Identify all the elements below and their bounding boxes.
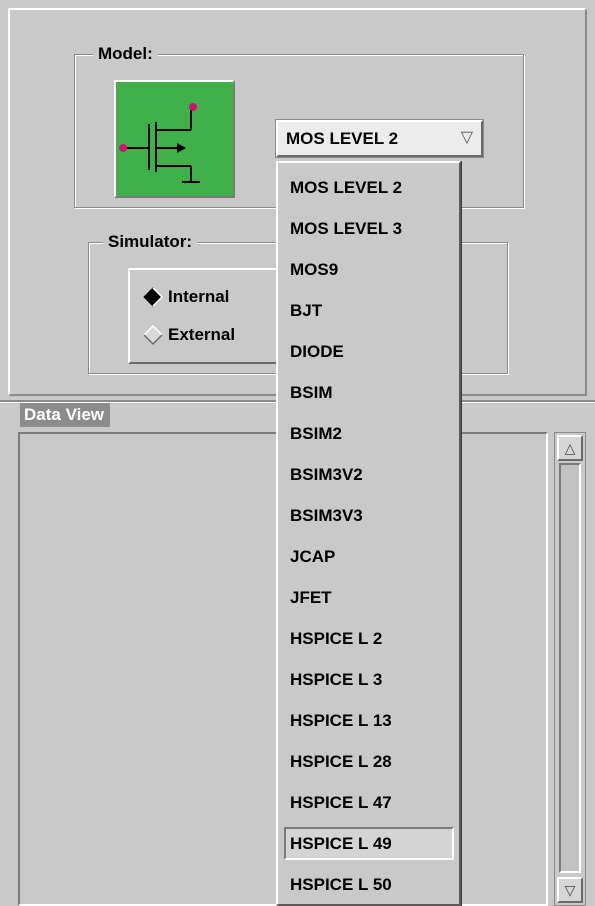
scroll-down-icon[interactable]: ▽: [557, 877, 583, 903]
dropdown-item[interactable]: HSPICE L 49: [284, 827, 454, 860]
radio-external[interactable]: External: [142, 320, 235, 348]
dropdown-item[interactable]: DIODE: [284, 335, 454, 368]
data-view-legend: Data View: [20, 403, 111, 427]
scroll-track[interactable]: [559, 463, 581, 873]
dropdown-item[interactable]: MOS9: [284, 253, 454, 286]
simulator-legend: Simulator:: [103, 232, 198, 252]
model-combo[interactable]: MOS LEVEL 2 ▽: [276, 120, 483, 157]
dropdown-item[interactable]: MOS LEVEL 3: [284, 212, 454, 245]
radio-internal-label: Internal: [168, 286, 230, 306]
dropdown-item[interactable]: BSIM3V2: [284, 458, 454, 491]
model-combo-value: MOS LEVEL 2: [286, 129, 399, 148]
dropdown-item[interactable]: HSPICE L 50: [284, 868, 454, 901]
dropdown-item[interactable]: HSPICE L 47: [284, 786, 454, 819]
dropdown-item[interactable]: BSIM2: [284, 417, 454, 450]
dropdown-item[interactable]: JCAP: [284, 540, 454, 573]
mosfet-symbol: [119, 103, 200, 183]
data-view-scrollbar[interactable]: △ ▽: [554, 432, 586, 906]
dropdown-item[interactable]: HSPICE L 13: [284, 704, 454, 737]
dropdown-item[interactable]: BSIM3V3: [284, 499, 454, 532]
dropdown-item[interactable]: MOS LEVEL 2: [284, 171, 454, 204]
dropdown-item[interactable]: BJT: [284, 294, 454, 327]
chevron-down-icon[interactable]: ▽: [461, 129, 473, 147]
model-legend: Model:: [93, 44, 158, 64]
simulator-radio-group: Internal External: [128, 268, 288, 364]
radio-unselected-icon[interactable]: [142, 324, 164, 346]
scroll-up-icon[interactable]: △: [557, 435, 583, 461]
dropdown-item[interactable]: HSPICE L 2: [284, 622, 454, 655]
model-dropdown-list: MOS LEVEL 2 MOS LEVEL 3 MOS9 BJT DIODE BSIM BS…: [276, 161, 461, 906]
mosfet-transistor-icon: [114, 80, 235, 198]
dropdown-item[interactable]: HSPICE L 28: [284, 745, 454, 778]
radio-selected-icon[interactable]: [142, 286, 164, 308]
radio-external-label: External: [168, 324, 236, 344]
dropdown-item[interactable]: JFET: [284, 581, 454, 614]
radio-internal[interactable]: Internal: [142, 282, 229, 310]
dropdown-item[interactable]: HSPICE L 3: [284, 663, 454, 696]
dropdown-item[interactable]: BSIM: [284, 376, 454, 409]
